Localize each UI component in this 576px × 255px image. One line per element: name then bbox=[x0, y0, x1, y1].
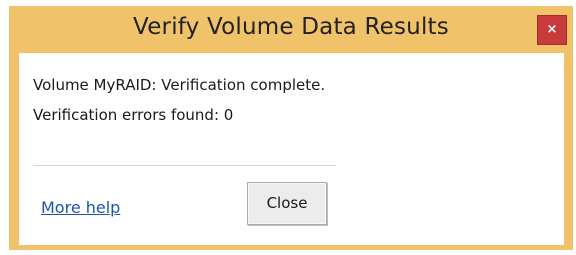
divider bbox=[33, 165, 336, 166]
more-help-link[interactable]: More help bbox=[41, 198, 120, 217]
close-button[interactable]: Close bbox=[247, 182, 327, 225]
dialog-title: Verify Volume Data Results bbox=[133, 14, 449, 40]
dialog-window: Verify Volume Data Results × Volume MyRA… bbox=[9, 6, 573, 250]
dialog-content: Volume MyRAID: Verification complete. Ve… bbox=[19, 53, 564, 245]
verification-errors-text: Verification errors found: 0 bbox=[33, 106, 234, 124]
verification-status-text: Volume MyRAID: Verification complete. bbox=[33, 76, 326, 94]
title-bar[interactable]: Verify Volume Data Results × bbox=[9, 6, 573, 53]
close-icon[interactable]: × bbox=[537, 15, 567, 45]
